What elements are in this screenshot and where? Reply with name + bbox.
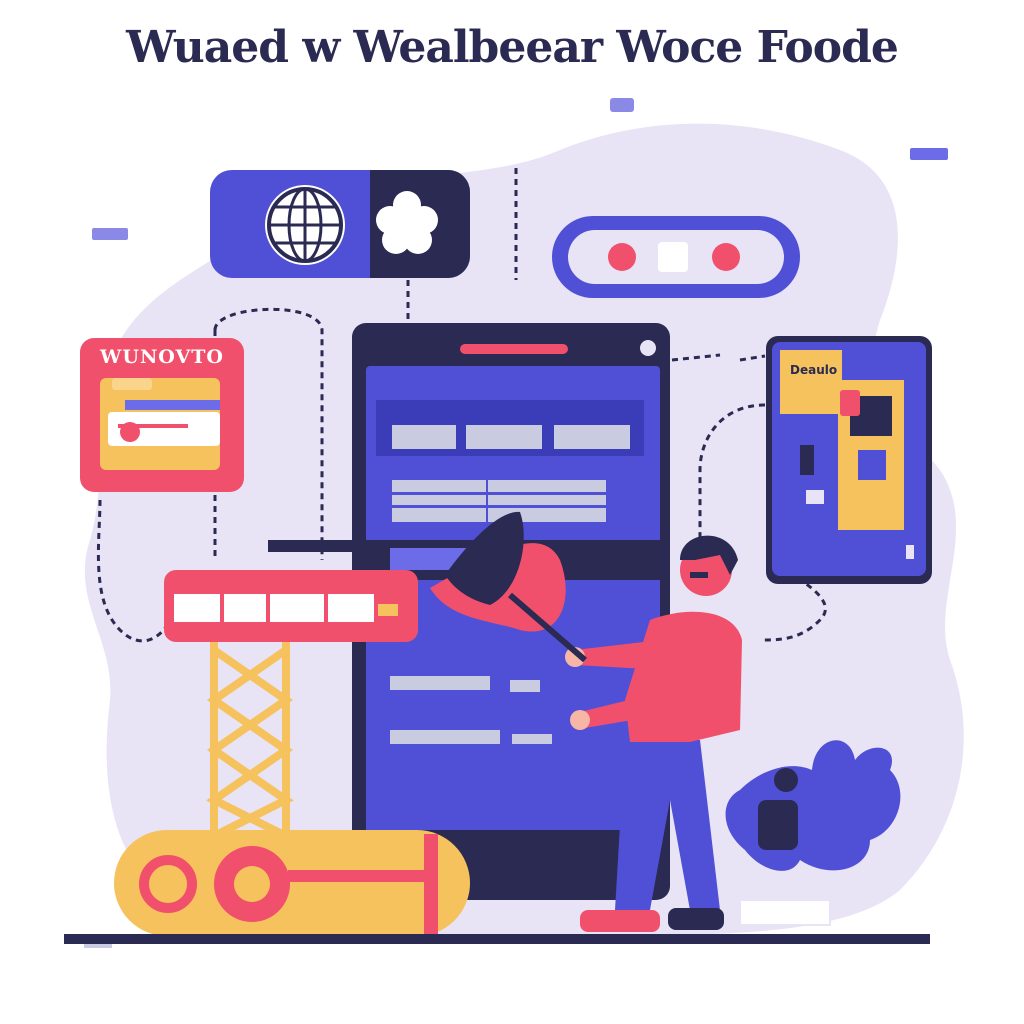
folder-badge-card: WUNOVTO <box>80 338 244 492</box>
small-card-label: Deaulo <box>790 363 837 377</box>
folder-badge-label: WUNOVTO <box>99 346 224 368</box>
globe-icon <box>265 185 345 265</box>
floor-shadow <box>84 944 112 948</box>
illustration: WUNOVTO Deaulo <box>64 98 964 948</box>
phone-card: Deaulo <box>766 336 932 584</box>
accent-dash <box>910 148 948 160</box>
accent-dash <box>610 98 634 112</box>
accent-dash <box>92 228 128 240</box>
gamepad-icon <box>552 216 800 298</box>
folder-icon <box>100 378 220 470</box>
globe-flower-card <box>210 170 470 278</box>
floor-line <box>64 934 930 944</box>
